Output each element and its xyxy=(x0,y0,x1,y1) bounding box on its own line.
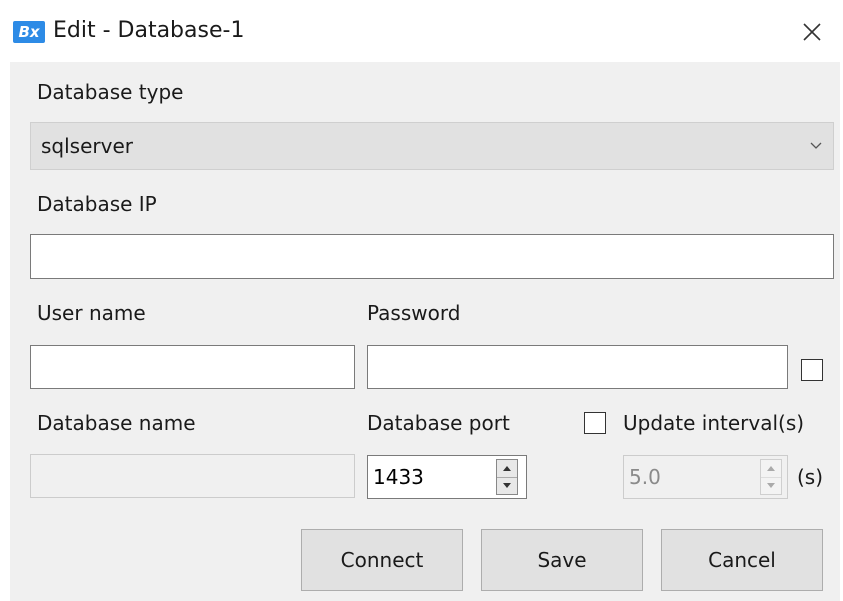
chevron-down-icon xyxy=(810,142,822,149)
window-title: Edit - Database-1 xyxy=(53,18,245,43)
interval-spin-down-button[interactable] xyxy=(761,477,781,494)
app-logo-icon: Bx xyxy=(13,21,45,43)
update-interval-label: Update interval(s) xyxy=(623,411,805,435)
password-label: Password xyxy=(367,301,461,325)
database-ip-input[interactable] xyxy=(30,234,834,279)
show-password-checkbox[interactable] xyxy=(801,359,823,381)
password-input[interactable] xyxy=(367,345,788,389)
spin-down-icon xyxy=(767,483,775,488)
close-button[interactable] xyxy=(790,14,834,50)
update-interval-unit: (s) xyxy=(797,465,824,489)
user-name-input[interactable] xyxy=(30,345,355,389)
user-name-label: User name xyxy=(37,301,146,325)
database-name-input[interactable] xyxy=(30,454,355,498)
connect-button[interactable]: Connect xyxy=(301,529,463,591)
spin-down-icon xyxy=(503,483,511,488)
spin-up-button[interactable] xyxy=(497,460,517,478)
save-button[interactable]: Save xyxy=(481,529,643,591)
database-ip-label: Database IP xyxy=(37,192,157,216)
database-type-value: sqlserver xyxy=(41,134,133,158)
interval-spin-up-button[interactable] xyxy=(761,460,781,478)
close-icon xyxy=(803,23,821,41)
update-interval-checkbox[interactable] xyxy=(584,412,606,434)
update-interval-spinner[interactable] xyxy=(760,459,782,495)
database-type-label: Database type xyxy=(37,80,184,104)
database-port-spinner[interactable] xyxy=(496,459,518,495)
database-port-label: Database port xyxy=(367,411,510,435)
title-bar: Bx Edit - Database-1 xyxy=(0,0,843,62)
database-name-label: Database name xyxy=(37,411,196,435)
app-logo-text: Bx xyxy=(18,23,40,41)
database-type-select[interactable]: sqlserver xyxy=(30,122,834,170)
cancel-button[interactable]: Cancel xyxy=(661,529,823,591)
spin-down-button[interactable] xyxy=(497,477,517,494)
spin-up-icon xyxy=(503,466,511,471)
spin-up-icon xyxy=(767,466,775,471)
